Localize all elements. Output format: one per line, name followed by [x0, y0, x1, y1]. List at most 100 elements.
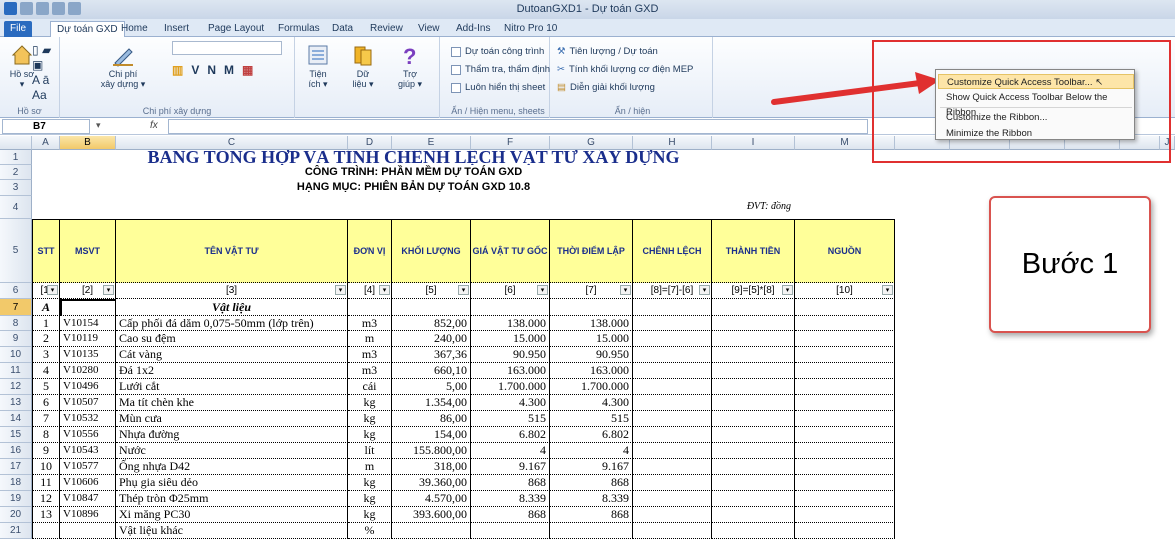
stt-cell[interactable]: 3 [32, 347, 60, 363]
column-header[interactable]: G [550, 136, 633, 150]
cell[interactable] [712, 491, 795, 507]
cell[interactable] [471, 299, 550, 316]
msvt-cell[interactable]: V10606 [60, 475, 116, 491]
material-name-cell[interactable]: Cát vàng [116, 347, 348, 363]
cell[interactable] [712, 507, 795, 523]
row-header[interactable]: 5 [0, 219, 32, 283]
base-price-cell[interactable]: 868 [471, 507, 550, 523]
cell[interactable] [633, 427, 712, 443]
row-header[interactable]: 12 [0, 379, 32, 395]
base-price-cell[interactable]: 138.000 [471, 316, 550, 331]
group-name[interactable]: Vật liệu [116, 299, 348, 316]
tab-data[interactable]: Data [326, 21, 359, 37]
material-name-cell[interactable]: Ống nhựa D42 [116, 459, 348, 475]
cell[interactable] [795, 347, 895, 363]
filter-dropdown-icon[interactable]: ▾ [47, 285, 58, 295]
tab-view[interactable]: View [412, 21, 446, 37]
unit-cell[interactable]: kg [348, 491, 392, 507]
base-price-cell[interactable]: 4 [471, 443, 550, 459]
unit-cell[interactable]: kg [348, 475, 392, 491]
stt-cell[interactable]: 1 [32, 316, 60, 331]
unit-cell[interactable]: lít [348, 443, 392, 459]
stt-cell[interactable]: 13 [32, 507, 60, 523]
cell[interactable] [712, 459, 795, 475]
row-header[interactable]: 3 [0, 180, 32, 196]
current-price-cell[interactable]: 6.802 [550, 427, 633, 443]
row-header[interactable]: 6 [0, 283, 32, 299]
cell[interactable] [795, 363, 895, 379]
sheet-title[interactable]: BẢNG TỔNG HỢP VÀ TÍNH CHÊNH LỆCH VẬT TƯ … [32, 150, 795, 165]
filter-cell[interactable]: [8]=[7]-[6] ▾ [633, 283, 712, 299]
msvt-cell[interactable]: V10532 [60, 411, 116, 427]
current-price-cell[interactable]: 515 [550, 411, 633, 427]
current-price-cell[interactable]: 15.000 [550, 331, 633, 347]
stt-cell[interactable]: 9 [32, 443, 60, 459]
cell[interactable] [795, 523, 895, 539]
current-price-cell[interactable]: 8.339 [550, 491, 633, 507]
cell[interactable] [712, 427, 795, 443]
stt-cell[interactable]: 5 [32, 379, 60, 395]
selected-cell[interactable] [60, 299, 116, 316]
material-name-cell[interactable]: Nước [116, 443, 348, 459]
stt-cell[interactable]: 2 [32, 331, 60, 347]
unit-cell[interactable]: kg [348, 427, 392, 443]
filter-dropdown-icon[interactable]: ▾ [699, 285, 710, 295]
cell[interactable] [633, 475, 712, 491]
row-header[interactable]: 18 [0, 475, 32, 491]
material-name-cell[interactable]: Vật liệu khác [116, 523, 348, 539]
quantity-cell[interactable]: 318,00 [392, 459, 471, 475]
check-tham-tra[interactable]: Thẩm tra, thẩm định [451, 64, 550, 75]
filter-cell[interactable]: [2] ▾ [60, 283, 116, 299]
quantity-cell[interactable]: 5,00 [392, 379, 471, 395]
cost-letter-buttons[interactable]: ▥ V N M ▦ [172, 63, 253, 77]
tab-page-layout[interactable]: Page Layout [202, 21, 270, 37]
row-header[interactable]: 1 [0, 150, 32, 165]
column-header[interactable]: H [633, 136, 712, 150]
unit-cell[interactable]: % [348, 523, 392, 539]
cell[interactable] [712, 443, 795, 459]
checkbox[interactable] [451, 46, 461, 57]
row-header[interactable]: 2 [0, 165, 32, 180]
item-name[interactable]: HẠNG MỤC: PHIÊN BẢN DỰ TOÁN GXD 10.8 [32, 180, 795, 196]
cell[interactable] [633, 331, 712, 347]
filter-cell[interactable]: [5] ▾ [392, 283, 471, 299]
stt-cell[interactable]: 6 [32, 395, 60, 411]
current-price-cell[interactable]: 9.167 [550, 459, 633, 475]
row-header[interactable]: 17 [0, 459, 32, 475]
base-price-cell[interactable]: 163.000 [471, 363, 550, 379]
msvt-cell[interactable]: V10154 [60, 316, 116, 331]
cell[interactable] [633, 443, 712, 459]
quantity-cell[interactable] [392, 523, 471, 539]
column-header[interactable]: C [116, 136, 348, 150]
filter-cell[interactable]: [1] ▾ [32, 283, 60, 299]
link-tien-luong[interactable]: ⚒ Tiên lượng / Dự toán [557, 46, 658, 57]
base-price-cell[interactable]: 90.950 [471, 347, 550, 363]
stt-cell[interactable]: 11 [32, 475, 60, 491]
filter-cell[interactable]: [9]=[5]*[8] ▾ [712, 283, 795, 299]
tien-ich-button[interactable]: Tiện ích ▾ [300, 43, 336, 89]
tab-add-ins[interactable]: Add-Ins [450, 21, 496, 37]
row-header[interactable]: 10 [0, 347, 32, 363]
cell[interactable] [795, 395, 895, 411]
quantity-cell[interactable]: 240,00 [392, 331, 471, 347]
msvt-cell[interactable]: V10577 [60, 459, 116, 475]
cell[interactable] [795, 443, 895, 459]
cell[interactable] [712, 395, 795, 411]
stt-cell[interactable] [32, 523, 60, 539]
cell[interactable] [633, 491, 712, 507]
quantity-cell[interactable]: 660,10 [392, 363, 471, 379]
table-header[interactable]: NGUỒN [795, 219, 895, 283]
link-mep[interactable]: ✂ Tính khối lượng cơ điện MEP [557, 64, 693, 75]
msvt-cell[interactable]: V10135 [60, 347, 116, 363]
unit-note[interactable]: ĐVT: đồng [633, 196, 795, 219]
column-header[interactable]: A [32, 136, 60, 150]
format-buttons[interactable]: ▯ ▰ ▣ A ā Aa [32, 43, 59, 103]
base-price-cell[interactable]: 868 [471, 475, 550, 491]
row-header[interactable]: 14 [0, 411, 32, 427]
row-header[interactable]: 9 [0, 331, 32, 347]
base-price-cell[interactable]: 15.000 [471, 331, 550, 347]
group-stt[interactable]: A [32, 299, 60, 316]
stt-cell[interactable]: 12 [32, 491, 60, 507]
msvt-cell[interactable]: V10496 [60, 379, 116, 395]
row-header[interactable]: 7 [0, 299, 32, 316]
